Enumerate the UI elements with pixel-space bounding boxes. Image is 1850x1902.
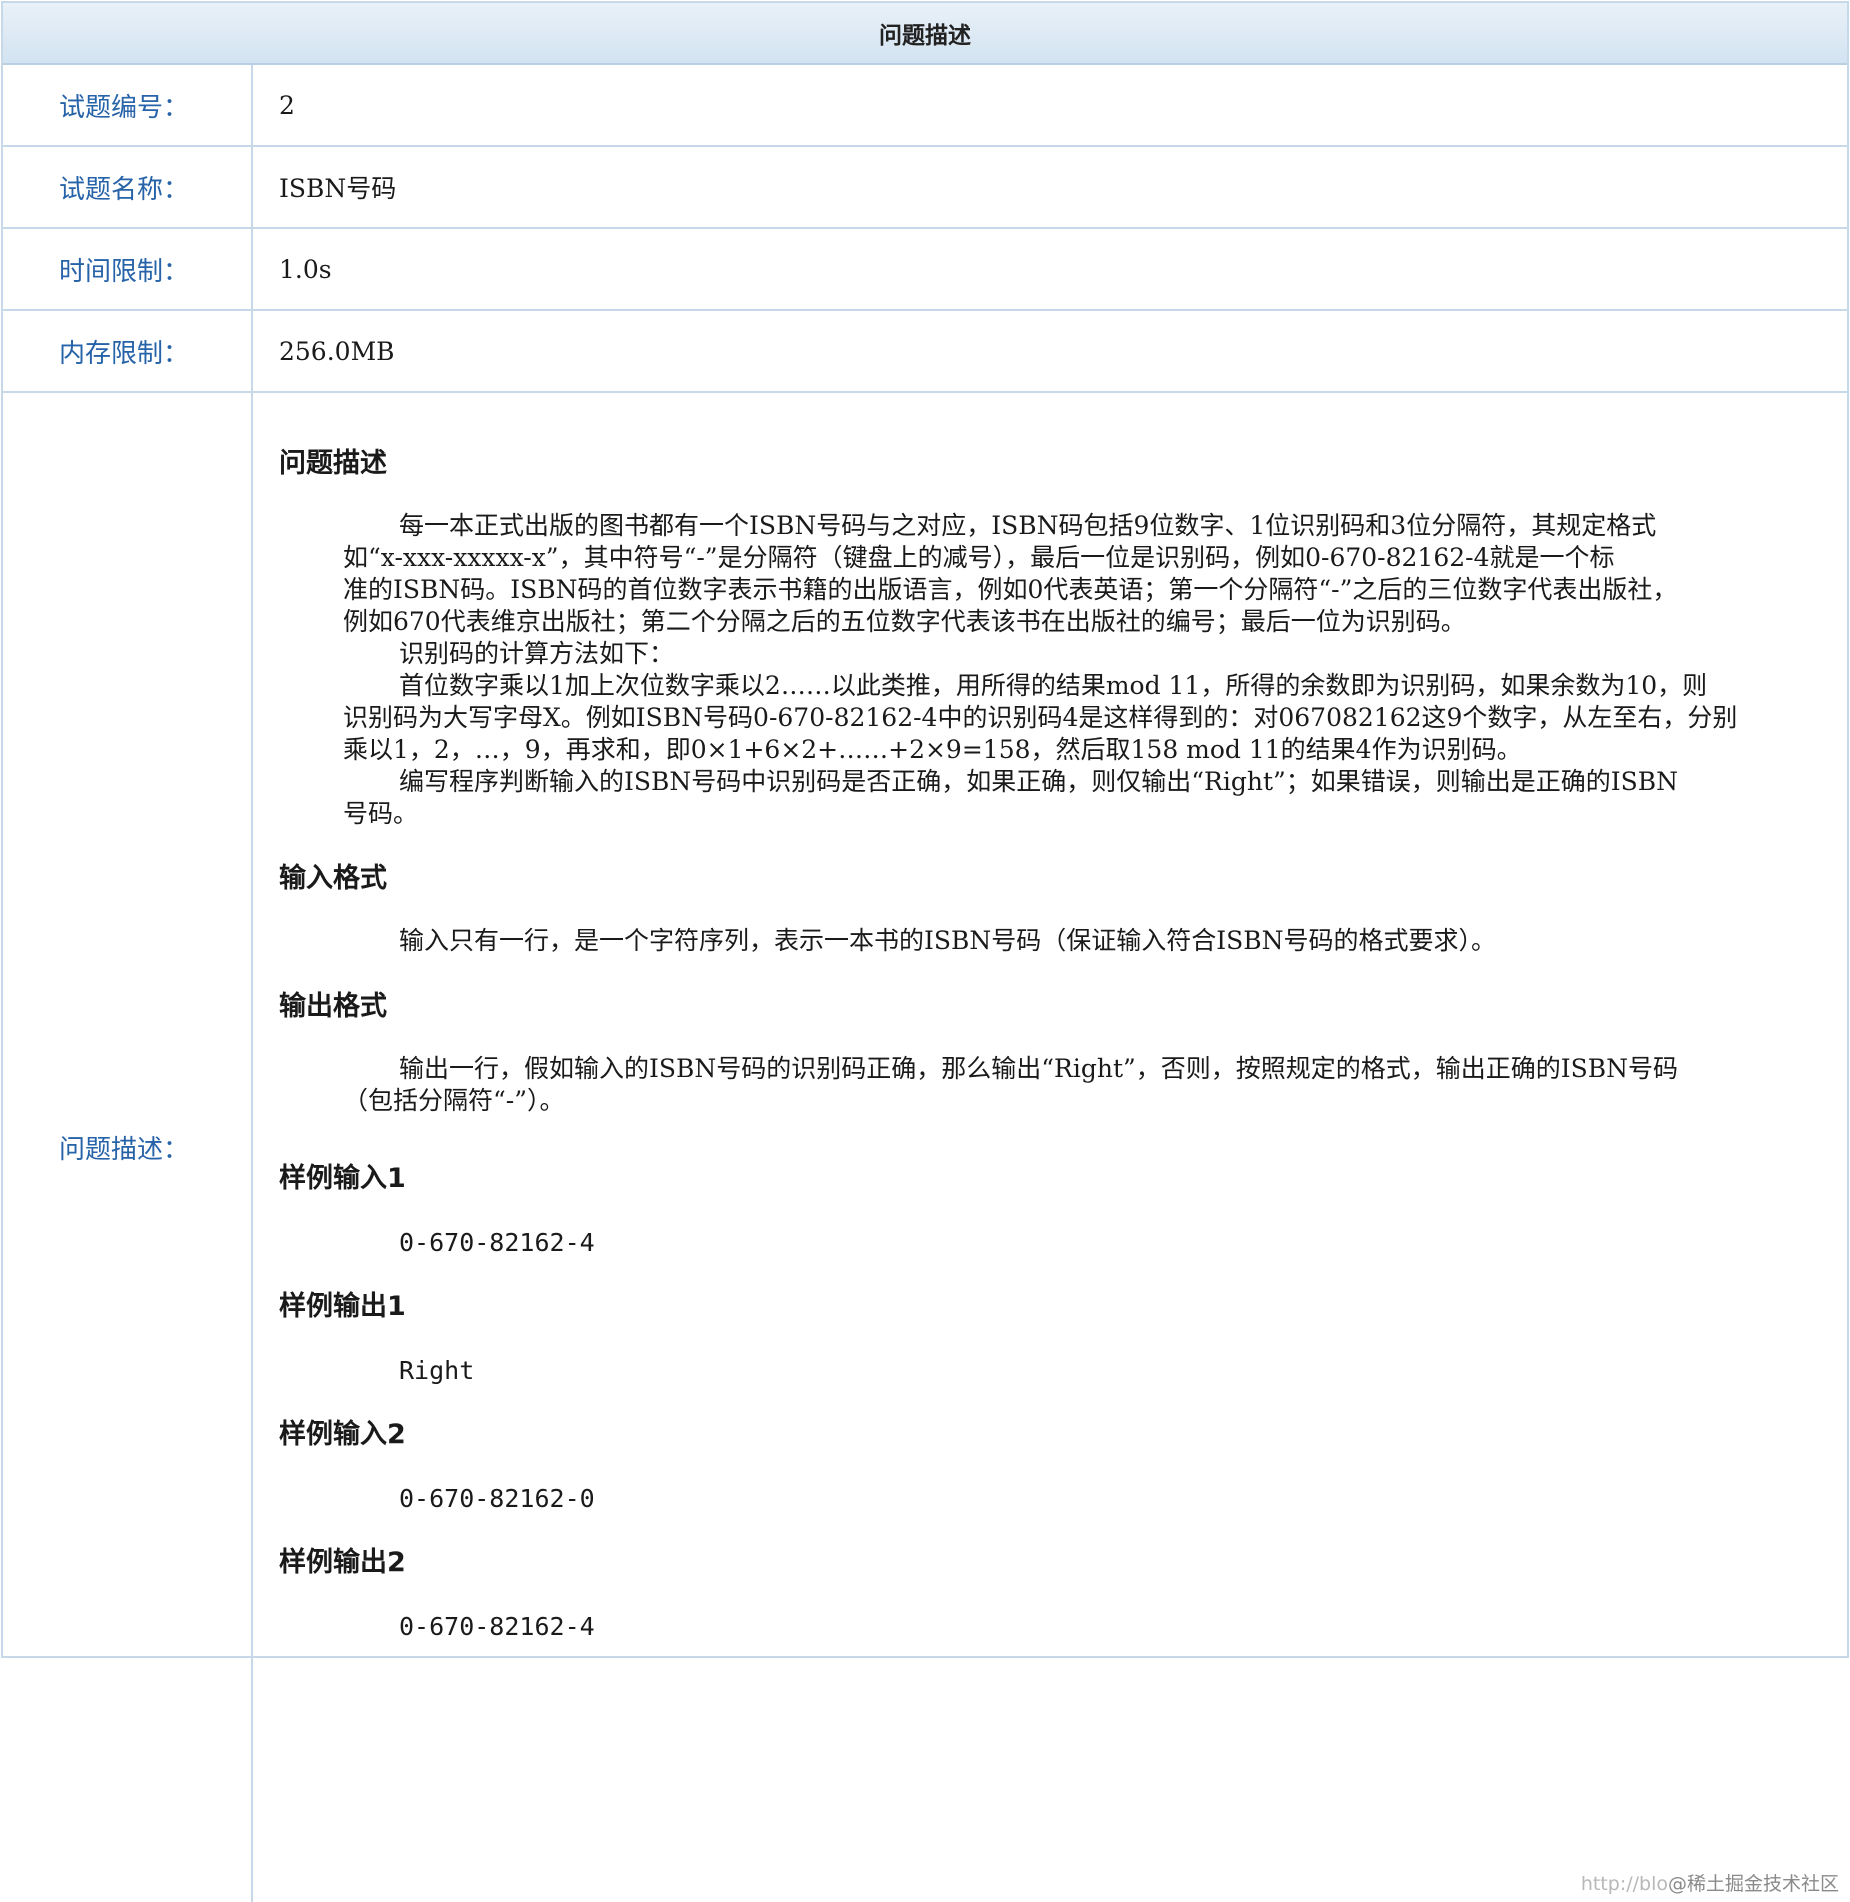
description-line: 例如670代表维京出版社；第二个分隔之后的五位数字代表该书在出版社的编号；最后一… xyxy=(343,607,1466,636)
memory-limit-label: 内存限制： xyxy=(3,311,253,391)
row-time-limit: 时间限制： 1.0s xyxy=(3,229,1847,311)
output-format-paragraph: 输出一行，假如输入的ISBN号码的识别码正确，那么输出“Right”，否则，按照… xyxy=(343,1053,1833,1117)
description-line: 如“x-xxx-xxxxx-x”，其中符号“-”是分隔符（键盘上的减号），最后一… xyxy=(343,543,1615,572)
sample-input-1-value: 0-670-82162-4 xyxy=(399,1228,595,1257)
row-memory-limit: 内存限制： 256.0MB xyxy=(3,311,1847,393)
description-line: 首位数字乘以1加上次位数字乘以2……以此类推，用所得的结果mod 11，所得的余… xyxy=(399,671,1708,700)
time-limit-value: 1.0s xyxy=(279,254,332,284)
description-paragraph: 每一本正式出版的图书都有一个ISBN号码与之对应，ISBN码包括9位数字、1位识… xyxy=(343,510,1833,830)
sample-output-2-heading: 样例输出2 xyxy=(279,1547,406,1578)
input-format-text: 输入只有一行，是一个字符序列，表示一本书的ISBN号码（保证输入符合ISBN号码… xyxy=(399,926,1497,955)
description-line: 乘以1，2，…，9，再求和，即0×1+6×2+……+2×9=158，然后取158… xyxy=(343,735,1522,764)
output-format-heading: 输出格式 xyxy=(279,991,387,1022)
problem-name-value: ISBN号码 xyxy=(279,174,397,203)
description-line: 准的ISBN码。ISBN码的首位数字表示书籍的出版语言，例如0代表英语；第一个分… xyxy=(343,575,1678,604)
problem-id-label: 试题编号： xyxy=(3,65,253,145)
output-format-line: 输出一行，假如输入的ISBN号码的识别码正确，那么输出“Right”，否则，按照… xyxy=(399,1054,1679,1083)
sample-output-1-value: Right xyxy=(399,1356,475,1385)
row-problem-id: 试题编号： 2 xyxy=(3,65,1847,147)
input-format-paragraph: 输入只有一行，是一个字符序列，表示一本书的ISBN号码（保证输入符合ISBN号码… xyxy=(343,925,1833,957)
row-description: 问题描述： 问题描述 每一本正式出版的图书都有一个ISBN号码与之对应，ISBN… xyxy=(3,393,1847,1902)
time-limit-label: 时间限制： xyxy=(3,229,253,309)
watermark: http://blo@稀土掘金技术社区 xyxy=(1581,1869,1839,1896)
sample-input-2-heading: 样例输入2 xyxy=(279,1419,406,1450)
sample-output-2-value: 0-670-82162-4 xyxy=(399,1612,595,1641)
problem-table: 问题描述 试题编号： 2 试题名称： ISBN号码 时间限制： 1.0s 内存限… xyxy=(1,1,1849,1902)
description-line: 每一本正式出版的图书都有一个ISBN号码与之对应，ISBN码包括9位数字、1位识… xyxy=(399,511,1657,540)
sample-input-2-value: 0-670-82162-0 xyxy=(399,1484,595,1513)
watermark-url: http://blo xyxy=(1580,1873,1668,1895)
description-line: 识别码的计算方法如下： xyxy=(399,639,675,668)
description-content: 问题描述 每一本正式出版的图书都有一个ISBN号码与之对应，ISBN码包括9位数… xyxy=(253,393,1847,1902)
description-line: 编写程序判断输入的ISBN号码中识别码是否正确，如果正确，则仅输出“Right”… xyxy=(399,767,1679,796)
problem-name-label: 试题名称： xyxy=(3,147,253,227)
table-header-title: 问题描述 xyxy=(3,3,1847,65)
watermark-brand: @稀土掘金技术社区 xyxy=(1667,1873,1839,1895)
description-line: 识别码为大写字母X。例如ISBN号码0-670-82162-4中的识别码4是这样… xyxy=(343,703,1738,732)
description-label: 问题描述： xyxy=(3,393,253,1902)
memory-limit-value: 256.0MB xyxy=(279,336,395,366)
problem-id-value: 2 xyxy=(279,90,295,120)
output-format-line: （包括分隔符“-”）。 xyxy=(343,1086,565,1115)
input-format-heading: 输入格式 xyxy=(279,863,387,894)
sample-input-1-heading: 样例输入1 xyxy=(279,1163,406,1194)
row-problem-name: 试题名称： ISBN号码 xyxy=(3,147,1847,229)
sample-output-1-heading: 样例输出1 xyxy=(279,1291,406,1322)
description-line: 号码。 xyxy=(343,799,419,828)
description-heading: 问题描述 xyxy=(279,448,387,479)
